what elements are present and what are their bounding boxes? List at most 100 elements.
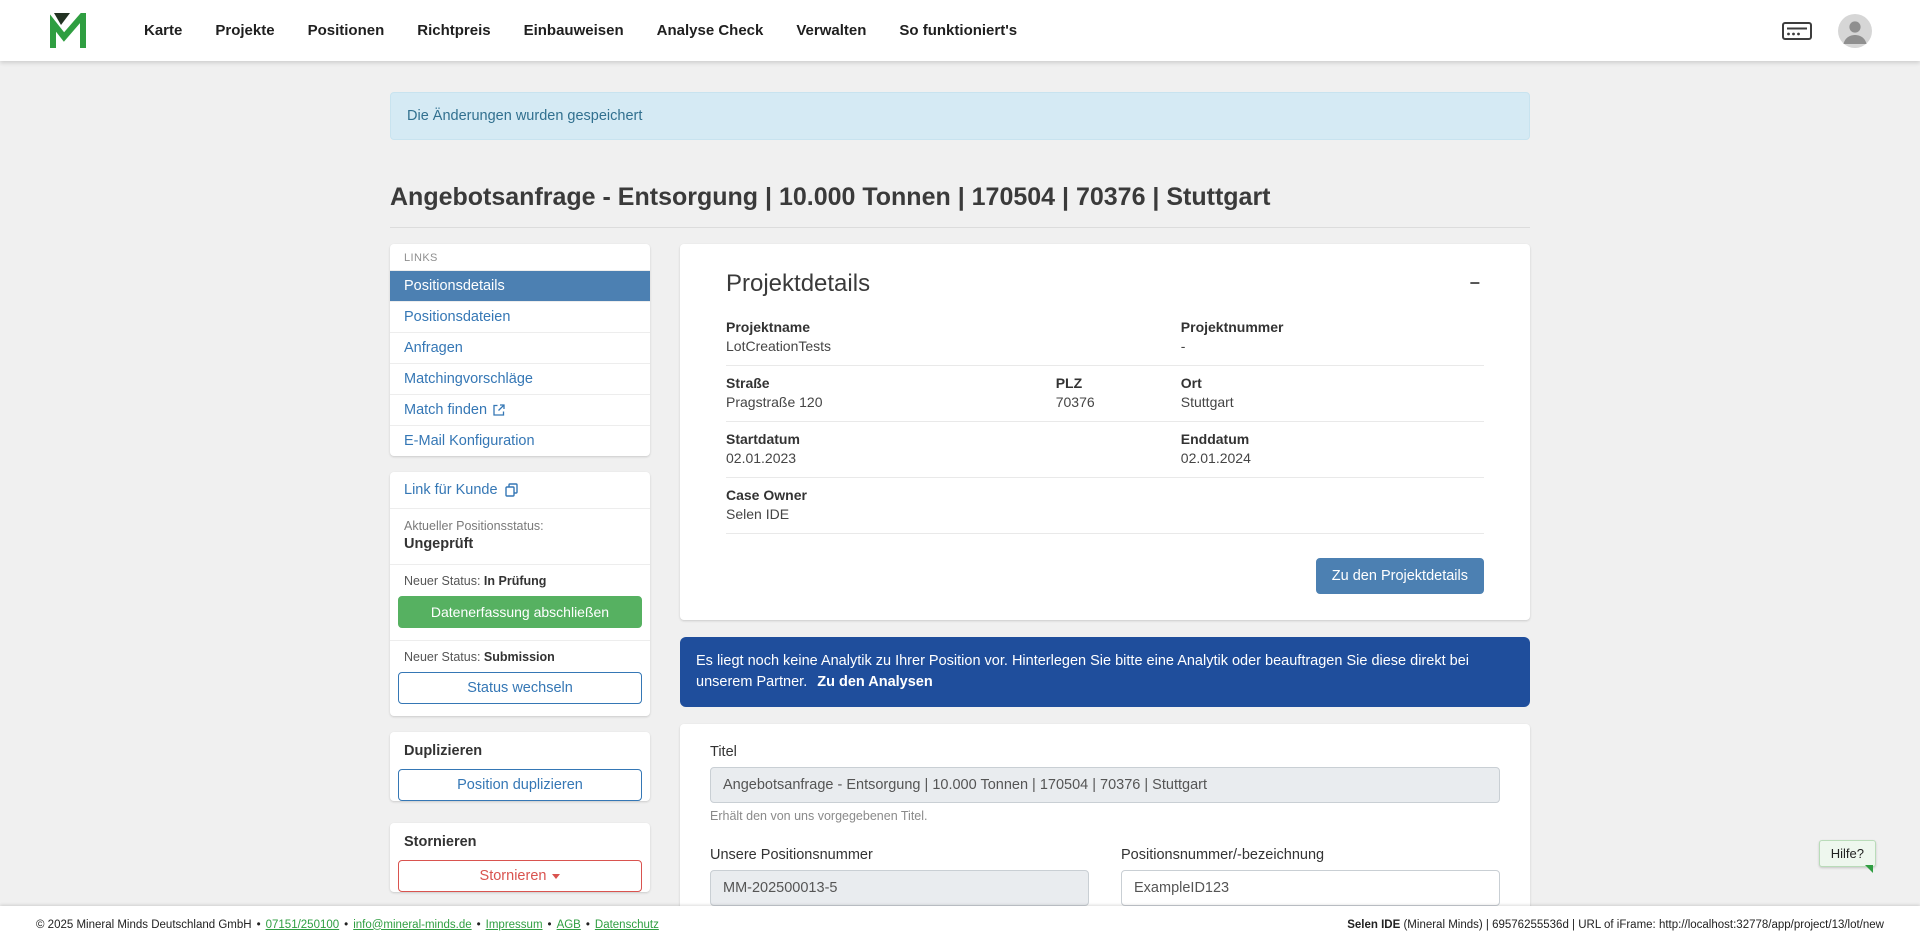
footer-user: Selen IDE [1347,919,1400,931]
footer-separator: • [586,919,590,931]
user-avatar[interactable] [1838,14,1872,48]
titel-input [710,767,1500,803]
server-icon[interactable] [1782,19,1812,43]
projektnummer-label: Projektnummer [1181,319,1484,335]
sidebar-item-positionsdetails[interactable]: Positionsdetails [390,270,650,301]
alert-message: Die Änderungen wurden gespeichert [407,108,642,124]
project-details-button[interactable]: Zu den Projektdetails [1316,558,1484,594]
cancel-title: Stornieren [390,834,650,859]
collapse-icon[interactable]: − [1465,270,1484,296]
page-content: Die Änderungen wurden gespeichert Angebo… [0,61,1920,943]
nav-item-richtpreis[interactable]: Richtpreis [417,22,490,39]
nav-item-verwalten[interactable]: Verwalten [796,22,866,39]
position-number-label: Unsere Positionsnummer [710,847,1089,863]
new-status-value: In Prüfung [484,574,547,588]
footer-email-link[interactable]: info@mineral-minds.de [353,919,471,931]
startdatum-label: Startdatum [726,431,1056,447]
sidebar-item-email-konfiguration[interactable]: E-Mail Konfiguration [390,425,650,456]
sidebar-item-label: Positionsdetails [404,278,505,294]
new-status-2: Neuer Status: Submission [390,641,650,671]
project-details-title: Projektdetails [726,270,870,298]
nav-item-projekte[interactable]: Projekte [215,22,274,39]
cancel-dropdown-button[interactable]: Stornieren [398,860,642,892]
footer-session-details: (Mineral Minds) | 69576255536d | URL of … [1400,919,1884,931]
footer-separator: • [548,919,552,931]
sidebar-item-label: E-Mail Konfiguration [404,433,535,449]
cancel-card: Stornieren Stornieren [390,823,650,892]
current-status-block: Aktueller Positionsstatus: Ungeprüft [390,509,650,565]
startdatum-value: 02.01.2023 [726,450,1056,466]
ort-label: Ort [1181,375,1484,391]
footer-agb-link[interactable]: AGB [557,919,581,931]
external-link-icon [493,404,505,416]
sidebar-item-anfragen[interactable]: Anfragen [390,332,650,363]
analytics-link[interactable]: Zu den Analysen [817,674,932,690]
position-number-input [710,870,1089,906]
status-section-pruefung: Neuer Status: In Prüfung Datenerfassung … [390,565,650,628]
links-menu-card: LINKS Positionsdetails Positionsdateien … [390,244,650,456]
enddatum-value: 02.01.2024 [1181,450,1484,466]
nav-item-positionen[interactable]: Positionen [308,22,385,39]
footer-impressum-link[interactable]: Impressum [486,919,543,931]
mineral-minds-logo-icon [48,13,88,49]
duplicate-position-button[interactable]: Position duplizieren [398,769,642,801]
case-owner-value: Selen IDE [726,506,1056,522]
footer: © 2025 Mineral Minds Deutschland GmbH • … [0,906,1920,943]
status-card: Link für Kunde Aktueller Positionsstatus… [390,472,650,716]
project-row-owner: Case Owner Selen IDE [726,478,1484,534]
projektname-value: LotCreationTests [726,338,1056,354]
new-status-label: Neuer Status: [404,650,480,664]
nav-item-einbauweisen[interactable]: Einbauweisen [524,22,624,39]
custom-number-input[interactable] [1121,870,1500,906]
analytics-banner: Es liegt noch keine Analytik zu Ihrer Po… [680,637,1530,707]
copy-icon [505,483,518,497]
help-button[interactable]: Hilfe? [1819,840,1876,867]
nav-item-analyse-check[interactable]: Analyse Check [657,22,764,39]
footer-phone-link[interactable]: 07151/250100 [266,919,340,931]
main-navigation: Karte Projekte Positionen Richtpreis Ein… [144,22,1017,39]
sidebar-item-label: Matchingvorschläge [404,371,533,387]
current-status-value: Ungeprüft [404,536,636,552]
sidebar-item-positionsdateien[interactable]: Positionsdateien [390,301,650,332]
footer-separator: • [344,919,348,931]
nav-item-so-funktionierts[interactable]: So funktioniert's [899,22,1017,39]
app-logo[interactable] [48,13,88,49]
sidebar-item-matchingvorschlaege[interactable]: Matchingvorschläge [390,363,650,394]
analytics-banner-text: Es liegt noch keine Analytik zu Ihrer Po… [696,653,1469,690]
sidebar-item-label: Match finden [404,402,487,418]
sidebar-item-label: Anfragen [404,340,463,356]
plz-value: 70376 [1056,394,1181,410]
case-owner-label: Case Owner [726,487,1056,503]
sidebar-item-match-finden[interactable]: Match finden [390,394,650,425]
complete-data-entry-button[interactable]: Datenerfassung abschließen [398,596,642,628]
footer-session-info: Selen IDE (Mineral Minds) | 69576255536d… [1347,919,1884,931]
project-row-address: Straße Pragstraße 120 PLZ 70376 Ort Stut… [726,366,1484,422]
new-status-label: Neuer Status: [404,574,480,588]
titel-label: Titel [710,744,1500,760]
plz-label: PLZ [1056,375,1181,391]
user-icon [1838,14,1872,48]
title-divider [390,227,1530,228]
success-alert: Die Änderungen wurden gespeichert [390,92,1530,140]
duplicate-card: Duplizieren Position duplizieren [390,732,650,801]
caret-down-icon [552,874,560,879]
footer-datenschutz-link[interactable]: Datenschutz [595,919,659,931]
footer-copyright: © 2025 Mineral Minds Deutschland GmbH [36,919,252,931]
footer-separator: • [477,919,481,931]
switch-status-button[interactable]: Status wechseln [398,672,642,704]
project-row-dates: Startdatum 02.01.2023 Enddatum 02.01.202… [726,422,1484,478]
main-column: Projektdetails − Projektname LotCreation… [680,244,1530,943]
current-status-label: Aktueller Positionsstatus: [404,519,636,533]
footer-left: © 2025 Mineral Minds Deutschland GmbH • … [36,919,659,931]
projektnummer-value: - [1181,338,1484,354]
top-navbar: Karte Projekte Positionen Richtpreis Ein… [0,0,1920,61]
customer-link[interactable]: Link für Kunde [390,472,650,509]
strasse-label: Straße [726,375,1056,391]
status-section-submission: Neuer Status: Submission Status wechseln [390,640,650,704]
nav-item-karte[interactable]: Karte [144,22,182,39]
duplicate-title: Duplizieren [390,743,650,768]
footer-separator: • [257,919,261,931]
enddatum-label: Enddatum [1181,431,1484,447]
new-status-value: Submission [484,650,555,664]
cancel-button-label: Stornieren [480,868,547,884]
